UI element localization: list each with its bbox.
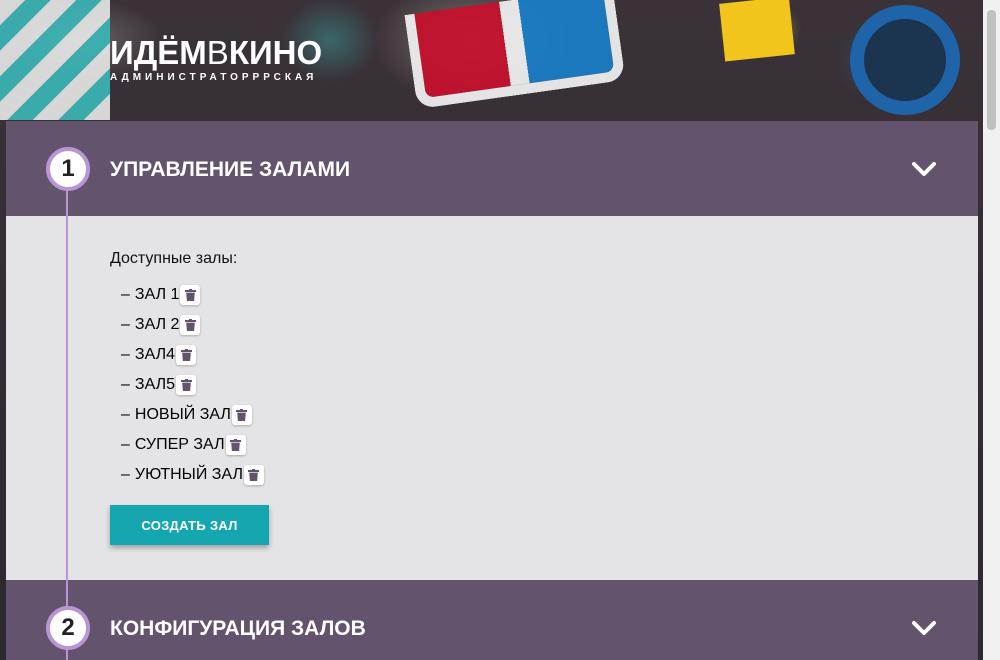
ticket-decoration bbox=[719, 0, 795, 62]
list-item: – ЗАЛ5 bbox=[110, 370, 264, 400]
create-hall-button[interactable]: СОЗДАТЬ ЗАЛ bbox=[110, 505, 269, 545]
film-reel-decoration bbox=[850, 5, 960, 115]
section-header-hall-configuration[interactable]: 2 КОНФИГУРАЦИЯ ЗАЛОВ bbox=[6, 580, 978, 660]
trash-icon bbox=[230, 439, 242, 451]
delete-hall-button[interactable] bbox=[225, 435, 246, 455]
scrollbar[interactable] bbox=[983, 0, 1000, 660]
list-item: – СУПЕР ЗАЛ bbox=[110, 430, 264, 460]
delete-hall-button[interactable] bbox=[243, 465, 264, 485]
trash-icon bbox=[180, 379, 192, 391]
list-item: – ЗАЛ4 bbox=[110, 340, 264, 370]
delete-hall-button[interactable] bbox=[176, 345, 196, 365]
scrollbar-thumb[interactable] bbox=[987, 10, 996, 130]
logo: ИДЁМВКИНО АДМИНИСТРАТОРРРСКАЯ bbox=[110, 34, 323, 84]
delete-hall-button[interactable] bbox=[180, 315, 201, 335]
delete-hall-button[interactable] bbox=[176, 375, 196, 395]
list-item: – НОВЫЙ ЗАЛ bbox=[110, 400, 264, 430]
trash-icon bbox=[236, 409, 248, 421]
step-number: 1 bbox=[46, 147, 90, 191]
step-number: 2 bbox=[46, 606, 90, 650]
list-item: – ЗАЛ 2 bbox=[110, 310, 264, 340]
delete-hall-button[interactable] bbox=[180, 285, 201, 305]
section-title: КОНФИГУРАЦИЯ ЗАЛОВ bbox=[110, 617, 366, 640]
timeline-line bbox=[66, 188, 68, 660]
trash-icon bbox=[184, 319, 196, 331]
trash-icon bbox=[180, 349, 192, 361]
hall-list-panel: Доступные залы: – ЗАЛ 1 – ЗАЛ 2 – ЗАЛ4 – ЗАЛ… bbox=[110, 250, 264, 490]
chevron-down-icon[interactable] bbox=[910, 155, 938, 183]
section-header-hall-management[interactable]: 1 УПРАВЛЕНИЕ ЗАЛАМИ bbox=[6, 121, 978, 216]
chevron-down-icon[interactable] bbox=[910, 614, 938, 642]
delete-hall-button[interactable] bbox=[231, 405, 252, 425]
halls-caption: Доступные залы: bbox=[110, 250, 238, 267]
list-item: – ЗАЛ 1 bbox=[110, 280, 264, 310]
logo-title: ИДЁМВКИНО bbox=[110, 34, 323, 71]
logo-subtitle: АДМИНИСТРАТОРРРСКАЯ bbox=[110, 72, 318, 83]
popcorn-box-decoration bbox=[0, 0, 110, 120]
section-title: УПРАВЛЕНИЕ ЗАЛАМИ bbox=[110, 158, 351, 181]
list-item: – УЮТНЫЙ ЗАЛ bbox=[110, 460, 264, 490]
trash-icon bbox=[184, 289, 196, 301]
hall-list: – ЗАЛ 1 – ЗАЛ 2 – ЗАЛ4 – ЗАЛ5 – НОВЫЙ ЗАЛ – СУ… bbox=[110, 280, 264, 490]
trash-icon bbox=[248, 469, 260, 481]
